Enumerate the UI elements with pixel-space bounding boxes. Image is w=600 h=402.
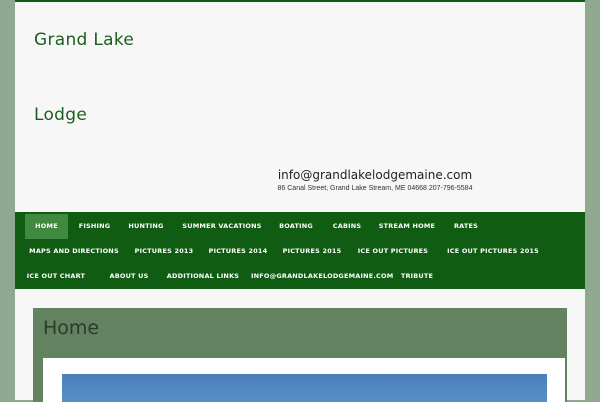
header-email: info@grandlakelodgemaine.com [277,168,473,182]
nav-item-boating[interactable]: BOATING [273,214,319,239]
nav-item-ice-out-chart[interactable]: ICE OUT CHART [25,264,87,289]
nav-item-fishing[interactable]: FISHING [72,214,117,239]
nav-item-pictures-2013[interactable]: PICTURES 2013 [131,239,197,264]
nav-item-pictures-2015[interactable]: PICTURES 2015 [279,239,345,264]
nav-item-tribute[interactable]: TRIBUTE [395,264,439,289]
nav-item-email[interactable]: INFO@GRANDLAKELODGEMAINE.COM [251,264,393,289]
site-title-line2[interactable]: Lodge [34,105,87,125]
site-title-line1[interactable]: Grand Lake [34,30,134,50]
nav-item-summer-vacations[interactable]: SUMMER VACATIONS [177,214,267,239]
page-title: Home [43,317,100,339]
content-panel [43,358,565,402]
header-address: 86 Canal Street, Grand Lake Stream, ME 0… [277,185,473,192]
nav-item-additional-links[interactable]: ADDITIONAL LINKS [163,264,243,289]
nav-item-cabins[interactable]: CABINS [326,214,368,239]
main-nav: HOME FISHING HUNTING SUMMER VACATIONS BO… [15,212,585,289]
nav-item-pictures-2014[interactable]: PICTURES 2014 [205,239,271,264]
nav-item-hunting[interactable]: HUNTING [123,214,169,239]
nav-item-home[interactable]: HOME [25,214,68,239]
lake-photo [62,374,547,402]
content-section: Home [33,308,567,402]
nav-item-maps-and-directions[interactable]: MAPS AND DIRECTIONS [25,239,123,264]
nav-item-about-us[interactable]: ABOUT US [103,264,155,289]
nav-item-ice-out-pictures-2015[interactable]: ICE OUT PICTURES 2015 [441,239,545,264]
nav-item-rates[interactable]: RATES [446,214,486,239]
nav-item-stream-home[interactable]: STREAM HOME [376,214,438,239]
page-container: Grand Lake Lodge info@grandlakelodgemain… [15,0,585,402]
nav-item-ice-out-pictures[interactable]: ICE OUT PICTURES [353,239,433,264]
